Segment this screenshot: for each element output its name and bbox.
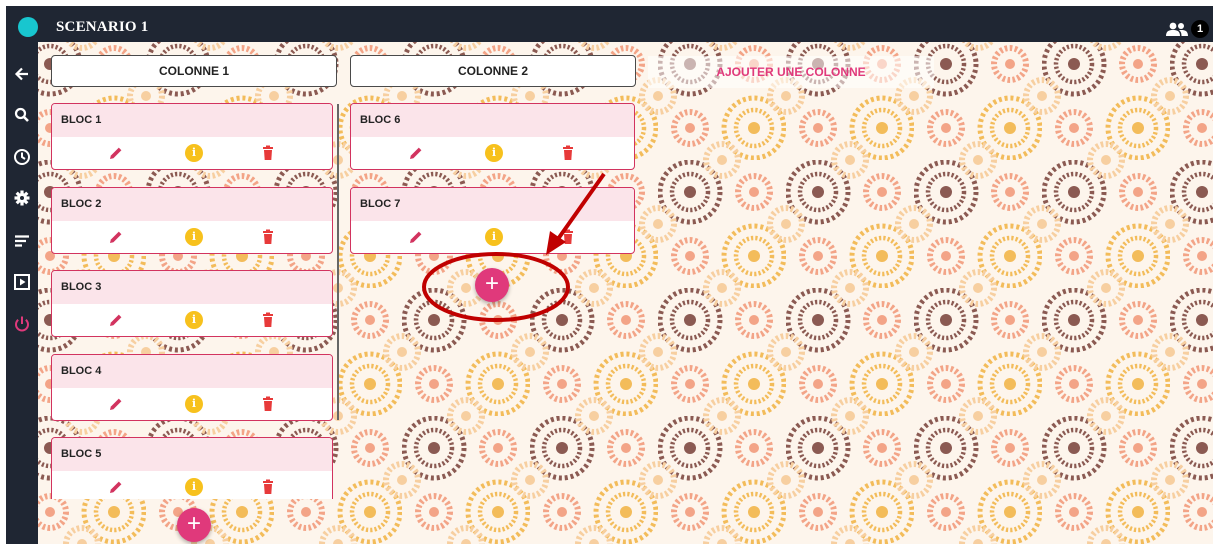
power-icon[interactable] bbox=[12, 314, 32, 334]
top-bar: SCENARIO 1 1 bbox=[0, 0, 1213, 44]
app-header: SCENARIO 1 1 bbox=[6, 6, 1213, 42]
pencil-icon[interactable] bbox=[107, 144, 125, 162]
bloc-title: BLOC 5 bbox=[52, 438, 332, 471]
column-header-1[interactable]: COLONNE 1 bbox=[51, 55, 337, 87]
bloc-card[interactable]: BLOC 5 i bbox=[51, 437, 333, 499]
info-icon[interactable]: i bbox=[485, 144, 503, 162]
history-clock-icon[interactable] bbox=[12, 147, 32, 167]
trash-icon[interactable] bbox=[259, 395, 277, 413]
add-column-button[interactable]: AJOUTER UNE COLONNE bbox=[648, 56, 934, 88]
back-arrow-icon[interactable] bbox=[12, 64, 32, 84]
trash-icon[interactable] bbox=[259, 144, 277, 162]
pencil-icon[interactable] bbox=[407, 228, 425, 246]
bloc-card[interactable]: BLOC 6 i bbox=[350, 103, 635, 170]
sidebar bbox=[6, 42, 38, 544]
bloc-card[interactable]: BLOC 3 i bbox=[51, 270, 333, 337]
info-icon[interactable]: i bbox=[185, 395, 203, 413]
trash-icon[interactable] bbox=[559, 228, 577, 246]
bloc-title: BLOC 6 bbox=[351, 104, 634, 137]
bloc-card[interactable]: BLOC 2 i bbox=[51, 187, 333, 254]
bloc-title: BLOC 3 bbox=[52, 271, 332, 304]
bloc-title: BLOC 2 bbox=[52, 188, 332, 221]
bloc-title: BLOC 7 bbox=[351, 188, 634, 221]
settings-gear-icon[interactable] bbox=[12, 188, 32, 208]
info-icon[interactable]: i bbox=[185, 144, 203, 162]
board: COLONNE 1 COLONNE 2 AJOUTER UNE COLONNE … bbox=[38, 42, 1213, 544]
list-icon[interactable] bbox=[12, 231, 32, 251]
trash-icon[interactable] bbox=[259, 478, 277, 496]
info-icon[interactable]: i bbox=[185, 311, 203, 329]
bloc-card[interactable]: BLOC 1 i bbox=[51, 103, 333, 170]
pencil-icon[interactable] bbox=[107, 228, 125, 246]
user-count-badge: 1 bbox=[1191, 20, 1209, 38]
pencil-icon[interactable] bbox=[107, 311, 125, 329]
add-bloc-button-column-2[interactable]: + bbox=[475, 268, 509, 302]
search-icon[interactable] bbox=[12, 105, 32, 125]
column-divider bbox=[337, 104, 339, 420]
info-icon[interactable]: i bbox=[185, 478, 203, 496]
info-icon[interactable]: i bbox=[185, 228, 203, 246]
play-preview-icon[interactable] bbox=[12, 272, 32, 292]
bloc-card[interactable]: BLOC 4 i bbox=[51, 354, 333, 421]
bloc-title: BLOC 1 bbox=[52, 104, 332, 137]
trash-icon[interactable] bbox=[259, 228, 277, 246]
bloc-title: BLOC 4 bbox=[52, 355, 332, 388]
add-bloc-button-column-1[interactable]: + bbox=[177, 508, 211, 542]
app-logo-icon[interactable] bbox=[18, 17, 38, 37]
pencil-icon[interactable] bbox=[107, 478, 125, 496]
trash-icon[interactable] bbox=[559, 144, 577, 162]
page-title: SCENARIO 1 bbox=[56, 19, 149, 35]
bloc-card[interactable]: BLOC 7 i bbox=[350, 187, 635, 254]
users-icon[interactable] bbox=[1166, 22, 1188, 36]
trash-icon[interactable] bbox=[259, 311, 277, 329]
column-header-2[interactable]: COLONNE 2 bbox=[350, 55, 636, 87]
pencil-icon[interactable] bbox=[107, 395, 125, 413]
pencil-icon[interactable] bbox=[407, 144, 425, 162]
info-icon[interactable]: i bbox=[485, 228, 503, 246]
